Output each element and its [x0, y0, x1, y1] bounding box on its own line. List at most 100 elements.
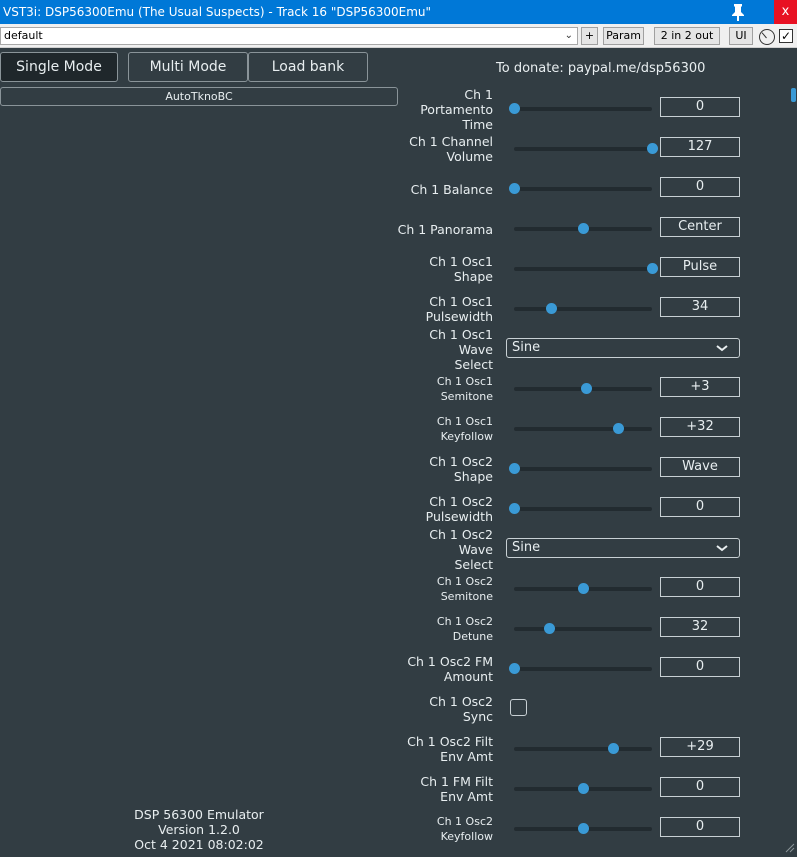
param-label: Ch 1 FM Filt Env Amt: [420, 774, 493, 804]
param-slider-handle[interactable]: [509, 463, 520, 474]
param-slider-track[interactable]: [514, 107, 652, 111]
param-slider-handle[interactable]: [509, 183, 520, 194]
param-row: Ch 1 Balance 0: [396, 169, 756, 209]
param-slider-handle[interactable]: [647, 263, 658, 274]
param-label: Ch 1 Portamento Time: [420, 86, 493, 132]
multi-mode-button[interactable]: Multi Mode: [128, 52, 248, 82]
param-button[interactable]: Param: [603, 27, 644, 45]
param-slider-track[interactable]: [514, 747, 652, 751]
param-row: Ch 1 Panorama Center: [396, 209, 756, 249]
ui-button[interactable]: UI: [729, 27, 753, 45]
resize-grip-icon[interactable]: [783, 838, 795, 853]
param-slider-handle[interactable]: [543, 623, 555, 634]
param-label: Ch 1 Osc2 Detune: [436, 615, 493, 643]
param-value-field[interactable]: 0: [660, 577, 740, 597]
param-slider-handle[interactable]: [578, 783, 589, 794]
param-row: Ch 1 Portamento Time 0: [396, 86, 756, 132]
scrollbar-thumb[interactable]: [791, 88, 796, 102]
param-value-field[interactable]: Center: [660, 217, 740, 237]
param-slider-handle[interactable]: [608, 743, 620, 754]
io-routing-button[interactable]: 2 in 2 out: [654, 27, 720, 45]
param-row: Ch 1 Osc2 Pulsewidth 0: [396, 489, 756, 529]
param-value-field[interactable]: 0: [660, 497, 740, 517]
param-slider-handle[interactable]: [509, 103, 520, 114]
param-combo-box[interactable]: Sine: [506, 538, 740, 558]
chevron-down-icon: ⌄: [564, 30, 573, 41]
param-slider-handle[interactable]: [612, 423, 624, 434]
param-row: Ch 1 Osc2 Filt Env Amt +29: [396, 729, 756, 769]
param-label: Ch 1 Channel Volume: [409, 134, 493, 164]
param-slider-track[interactable]: [514, 627, 652, 631]
chevron-down-icon: [715, 339, 729, 362]
param-row: Ch 1 Osc2 FM Amount 0: [396, 649, 756, 689]
param-value-field[interactable]: 0: [660, 657, 740, 677]
patch-name-field[interactable]: AutoTknoBC: [0, 87, 398, 106]
param-label: Ch 1 Osc2 Filt Env Amt: [407, 734, 493, 764]
param-row: Ch 1 Osc2 Shape Wave: [396, 449, 756, 489]
param-value-field[interactable]: Pulse: [660, 257, 740, 277]
param-slider-track[interactable]: [514, 667, 652, 671]
param-label: Ch 1 Osc2 Semitone: [436, 575, 493, 603]
param-value-field[interactable]: 0: [660, 97, 740, 117]
param-slider-track[interactable]: [514, 427, 652, 431]
param-slider-handle[interactable]: [578, 823, 589, 834]
param-combo-box[interactable]: Sine: [506, 338, 740, 358]
param-slider-track[interactable]: [514, 187, 652, 191]
param-row: Ch 1 Osc1 Keyfollow +32: [396, 409, 756, 449]
bypass-checkbox[interactable]: ✓: [779, 29, 793, 43]
param-label: Ch 1 Osc2 Sync: [429, 694, 493, 724]
param-slider-track[interactable]: [514, 507, 652, 511]
param-row: Ch 1 FM Filt Env Amt 0: [396, 769, 756, 809]
param-checkbox[interactable]: [510, 699, 527, 716]
window-title: VST3i: DSP56300Emu (The Usual Suspects) …: [3, 5, 432, 19]
load-bank-button[interactable]: Load bank: [248, 52, 368, 82]
param-value-field[interactable]: 127: [660, 137, 740, 157]
preset-value: default: [4, 29, 43, 42]
param-slider-handle[interactable]: [580, 383, 592, 394]
param-label: Ch 1 Osc1 Semitone: [436, 375, 493, 403]
param-value-field[interactable]: +32: [660, 417, 740, 437]
param-combo-value: Sine: [512, 340, 541, 355]
plugin-editor: Single Mode Multi Mode Load bank To dona…: [0, 49, 797, 853]
add-preset-button[interactable]: +: [581, 27, 598, 45]
param-value-field[interactable]: +3: [660, 377, 740, 397]
param-value-field[interactable]: 0: [660, 177, 740, 197]
param-slider-track[interactable]: [514, 267, 652, 271]
param-slider-handle[interactable]: [647, 143, 658, 154]
param-slider-handle[interactable]: [546, 303, 558, 314]
param-row: Ch 1 Osc2 Sync: [396, 689, 756, 729]
param-slider-handle[interactable]: [509, 503, 520, 514]
wet-knob-icon[interactable]: [759, 29, 775, 45]
param-row: Ch 1 Osc1 Shape Pulse: [396, 249, 756, 289]
fx-toolbar: default ⌄ + Param 2 in 2 out UI ✓: [0, 24, 797, 48]
param-label: Ch 1 Balance: [410, 181, 493, 197]
param-label: Ch 1 Osc1 Keyfollow: [436, 415, 493, 443]
chevron-down-icon: [715, 539, 729, 562]
param-slider-handle[interactable]: [578, 583, 589, 594]
close-button[interactable]: x: [774, 0, 797, 24]
param-value-field[interactable]: 0: [660, 777, 740, 797]
param-label: Ch 1 Osc2 Keyfollow: [436, 815, 493, 843]
param-value-field[interactable]: 0: [660, 817, 740, 837]
pin-icon[interactable]: [725, 0, 751, 24]
param-slider-handle[interactable]: [509, 663, 520, 674]
param-row: Ch 1 Osc2 Keyfollow 0: [396, 809, 756, 849]
param-row: Ch 1 Osc1 Semitone +3: [396, 369, 756, 409]
preset-dropdown[interactable]: default ⌄: [0, 27, 578, 45]
param-row: Ch 1 Osc2 Semitone 0: [396, 569, 756, 609]
param-value-field[interactable]: 34: [660, 297, 740, 317]
param-label: Ch 1 Osc2 Wave Select: [429, 526, 493, 572]
param-slider-track[interactable]: [514, 147, 652, 151]
param-label: Ch 1 Osc2 FM Amount: [407, 654, 493, 684]
param-slider-handle[interactable]: [578, 223, 589, 234]
param-value-field[interactable]: 32: [660, 617, 740, 637]
param-slider-track[interactable]: [514, 467, 652, 471]
param-slider-track[interactable]: [514, 307, 652, 311]
param-combo-value: Sine: [512, 540, 541, 555]
param-value-field[interactable]: +29: [660, 737, 740, 757]
donate-text: To donate: paypal.me/dsp56300: [496, 61, 706, 76]
param-value-field[interactable]: Wave: [660, 457, 740, 477]
param-row: Ch 1 Osc1 Pulsewidth 34: [396, 289, 756, 329]
single-mode-button[interactable]: Single Mode: [0, 52, 118, 82]
param-label: Ch 1 Osc1 Shape: [429, 254, 493, 284]
